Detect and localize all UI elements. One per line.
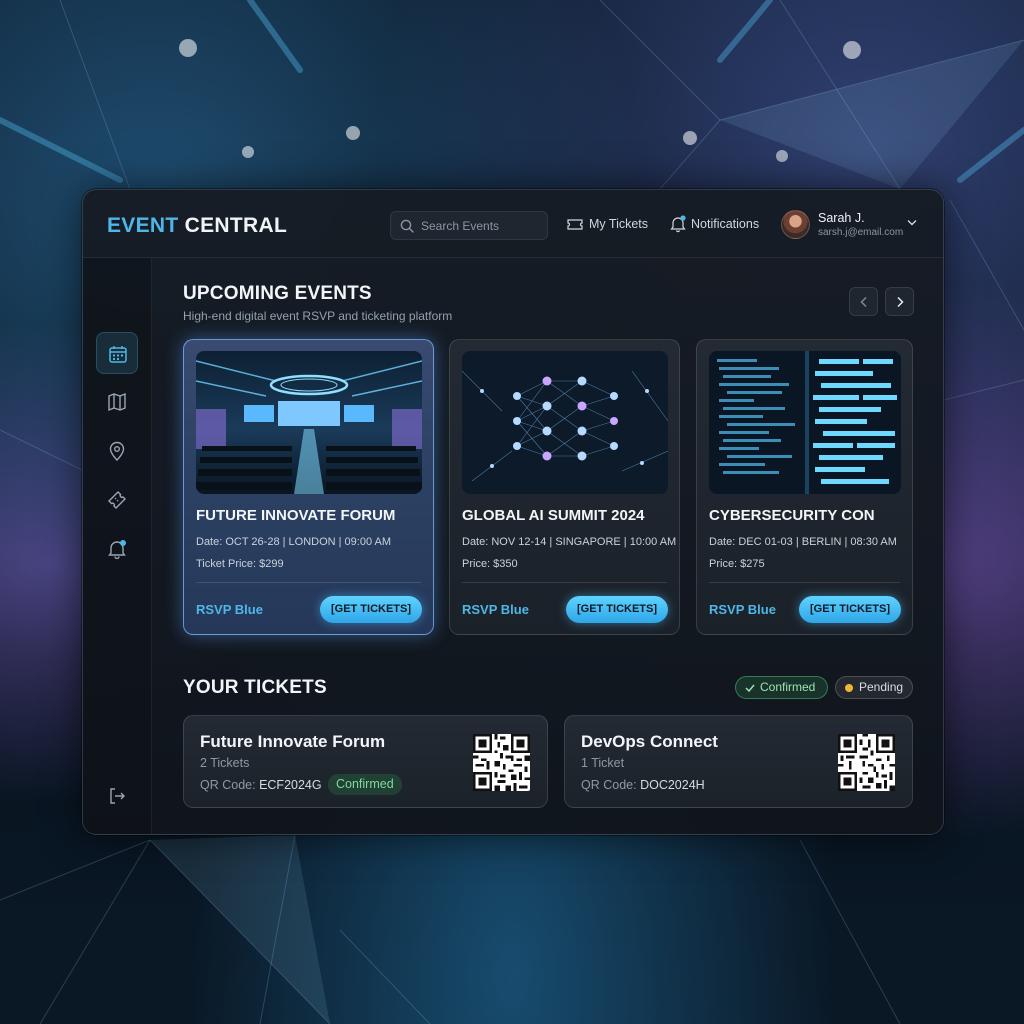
filter-pending-chip[interactable]: Pending [835,676,913,699]
filter-pending-label: Pending [859,680,904,694]
event-price: Price: $350 [462,558,518,570]
notifications-link[interactable]: Notifications [691,217,759,231]
app-window: EVENT CENTRAL Search Events My Tickets N… [82,189,944,835]
event-meta: Date: DEC 01-03 | BERLIN | 08:30 AM [709,536,897,548]
check-icon [745,684,755,692]
chevron-down-icon[interactable] [907,219,917,226]
ticket-icon [567,219,583,230]
top-bar: EVENT CENTRAL Search Events My Tickets N… [83,190,943,258]
event-image-neural-network [462,351,668,494]
event-image-code-screen [709,351,901,494]
qr-code-icon[interactable] [838,734,895,791]
event-meta: Date: NOV 12-14 | SINGAPORE | 10:00 AM [462,536,677,548]
sidebar-item-notifications[interactable] [96,528,138,570]
qr-code-value: ECF2024G [259,778,322,792]
sidebar-item-tickets[interactable] [96,479,138,521]
rsvp-link[interactable]: RSVP Blue [462,602,529,617]
bell-icon [670,215,686,233]
get-tickets-button[interactable]: [GET TICKETS] [799,596,901,623]
chevron-left-icon [860,296,867,308]
upcoming-events-title: UPCOMING EVENTS [183,283,372,304]
my-tickets-link[interactable]: My Tickets [589,217,648,231]
sidebar-item-location[interactable] [96,430,138,472]
event-card[interactable]: FUTURE INNOVATE FORUM Date: OCT 26-28 | … [183,339,434,635]
qr-code-icon[interactable] [473,734,530,791]
prev-button[interactable] [849,287,878,316]
event-title: FUTURE INNOVATE FORUM [196,507,396,524]
card-divider [462,582,667,583]
filter-confirmed-label: Confirmed [760,680,816,694]
chevron-right-icon [897,296,904,308]
ticket-card[interactable]: DevOps Connect 1 Ticket QR Code: DOC2024… [564,715,913,808]
rsvp-link[interactable]: RSVP Blue [196,602,263,617]
rsvp-link[interactable]: RSVP Blue [709,602,776,617]
event-title: GLOBAL AI SUMMIT 2024 [462,507,645,524]
pending-dot-icon [845,684,853,692]
brand-part2: CENTRAL [184,214,288,237]
event-price: Price: $275 [709,558,765,570]
filter-confirmed-chip[interactable]: Confirmed [735,676,828,699]
event-price: Ticket Price: $299 [196,558,284,570]
get-tickets-button[interactable]: [GET TICKETS] [566,596,668,623]
bell-icon [108,540,126,559]
qr-code-label-text: QR Code: [581,778,641,792]
your-tickets-title: YOUR TICKETS [183,677,327,698]
ticket-count: 1 Ticket [581,756,625,770]
event-image-conference-hall [196,351,422,494]
calendar-icon [109,346,127,363]
qr-code-label: QR Code: DOC2024H [581,778,705,792]
event-card[interactable]: CYBERSECURITY CON Date: DEC 01-03 | BERL… [696,339,913,635]
event-title: CYBERSECURITY CON [709,507,875,524]
card-divider [196,582,421,583]
ticket-card[interactable]: Future Innovate Forum 2 Tickets QR Code:… [183,715,548,808]
ticket-event-name: DevOps Connect [581,732,718,751]
qr-code-value: DOC2024H [640,778,705,792]
search-input[interactable]: Search Events [390,211,548,240]
ticket-count: 2 Tickets [200,756,250,770]
location-pin-icon [109,441,125,461]
ticket-icon [108,491,126,509]
brand-logo[interactable]: EVENT CENTRAL [107,214,287,238]
next-button[interactable] [885,287,914,316]
user-name: Sarah J. [818,211,865,225]
event-meta: Date: OCT 26-28 | LONDON | 09:00 AM [196,536,392,548]
sidebar-item-map[interactable] [96,381,138,423]
sidebar-item-calendar[interactable] [96,332,138,374]
brand-part1: EVENT [107,214,179,237]
upcoming-events-subtitle: High-end digital event RSVP and ticketin… [183,309,453,323]
user-email: sarsh.j@email.com [818,227,904,238]
sidebar-item-logout[interactable] [96,775,138,817]
logout-icon [110,788,125,804]
card-divider [709,582,900,583]
qr-code-label: QR Code: ECF2024G [200,778,322,792]
status-badge: Confirmed [328,774,402,795]
qr-code-label-text: QR Code: [200,778,260,792]
map-icon [108,392,126,412]
sidebar [83,258,152,834]
event-card[interactable]: GLOBAL AI SUMMIT 2024 Date: NOV 12-14 | … [449,339,680,635]
get-tickets-button[interactable]: [GET TICKETS] [320,596,422,623]
search-placeholder: Search Events [421,219,500,233]
ticket-event-name: Future Innovate Forum [200,732,386,751]
avatar[interactable] [781,210,810,239]
search-icon [400,219,414,233]
